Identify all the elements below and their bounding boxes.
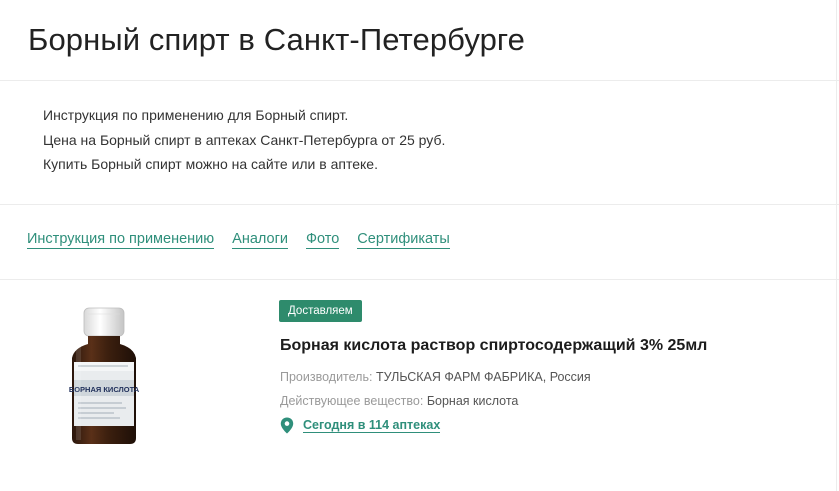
divider <box>0 80 839 81</box>
product-name[interactable]: Борная кислота раствор спиртосодержащий … <box>280 337 707 355</box>
section-tabs: Инструкция по применению Аналоги Фото Се… <box>27 231 468 249</box>
divider <box>0 204 839 205</box>
page-title: Борный спирт в Санкт-Петербурге <box>28 22 525 57</box>
substance-value: Борная кислота <box>426 394 519 408</box>
delivery-badge: Доставляем <box>279 300 362 322</box>
substance-row: Действующее вещество: Борная кислота <box>280 394 518 408</box>
divider <box>0 279 839 280</box>
manufacturer-row: Производитель: ТУЛЬСКАЯ ФАРМ ФАБРИКА, Ро… <box>280 370 591 384</box>
manufacturer-label: Производитель: <box>280 370 373 384</box>
availability-link[interactable]: Сегодня в 114 аптеках <box>303 418 441 433</box>
substance-label: Действующее вещество: <box>280 394 424 408</box>
intro-text: Инструкция по применению для Борный спир… <box>43 103 445 177</box>
intro-line: Купить Борный спирт можно на сайте или в… <box>43 156 378 172</box>
tab-analogs[interactable]: Аналоги <box>232 231 288 249</box>
location-pin-icon <box>280 417 294 434</box>
intro-line: Инструкция по применению для Борный спир… <box>43 107 349 123</box>
tab-instructions[interactable]: Инструкция по применению <box>27 231 215 249</box>
product-image[interactable]: БОРНАЯ КИСЛОТА <box>62 300 146 450</box>
availability-row: Сегодня в 114 аптеках <box>280 417 441 434</box>
tab-photo[interactable]: Фото <box>305 231 340 249</box>
intro-line: Цена на Борный спирт в аптеках Санкт-Пет… <box>43 131 446 148</box>
tab-certificates[interactable]: Сертификаты <box>357 231 450 249</box>
content-border <box>836 0 837 491</box>
manufacturer-value: ТУЛЬСКАЯ ФАРМ ФАБРИКА, Россия <box>375 370 591 384</box>
